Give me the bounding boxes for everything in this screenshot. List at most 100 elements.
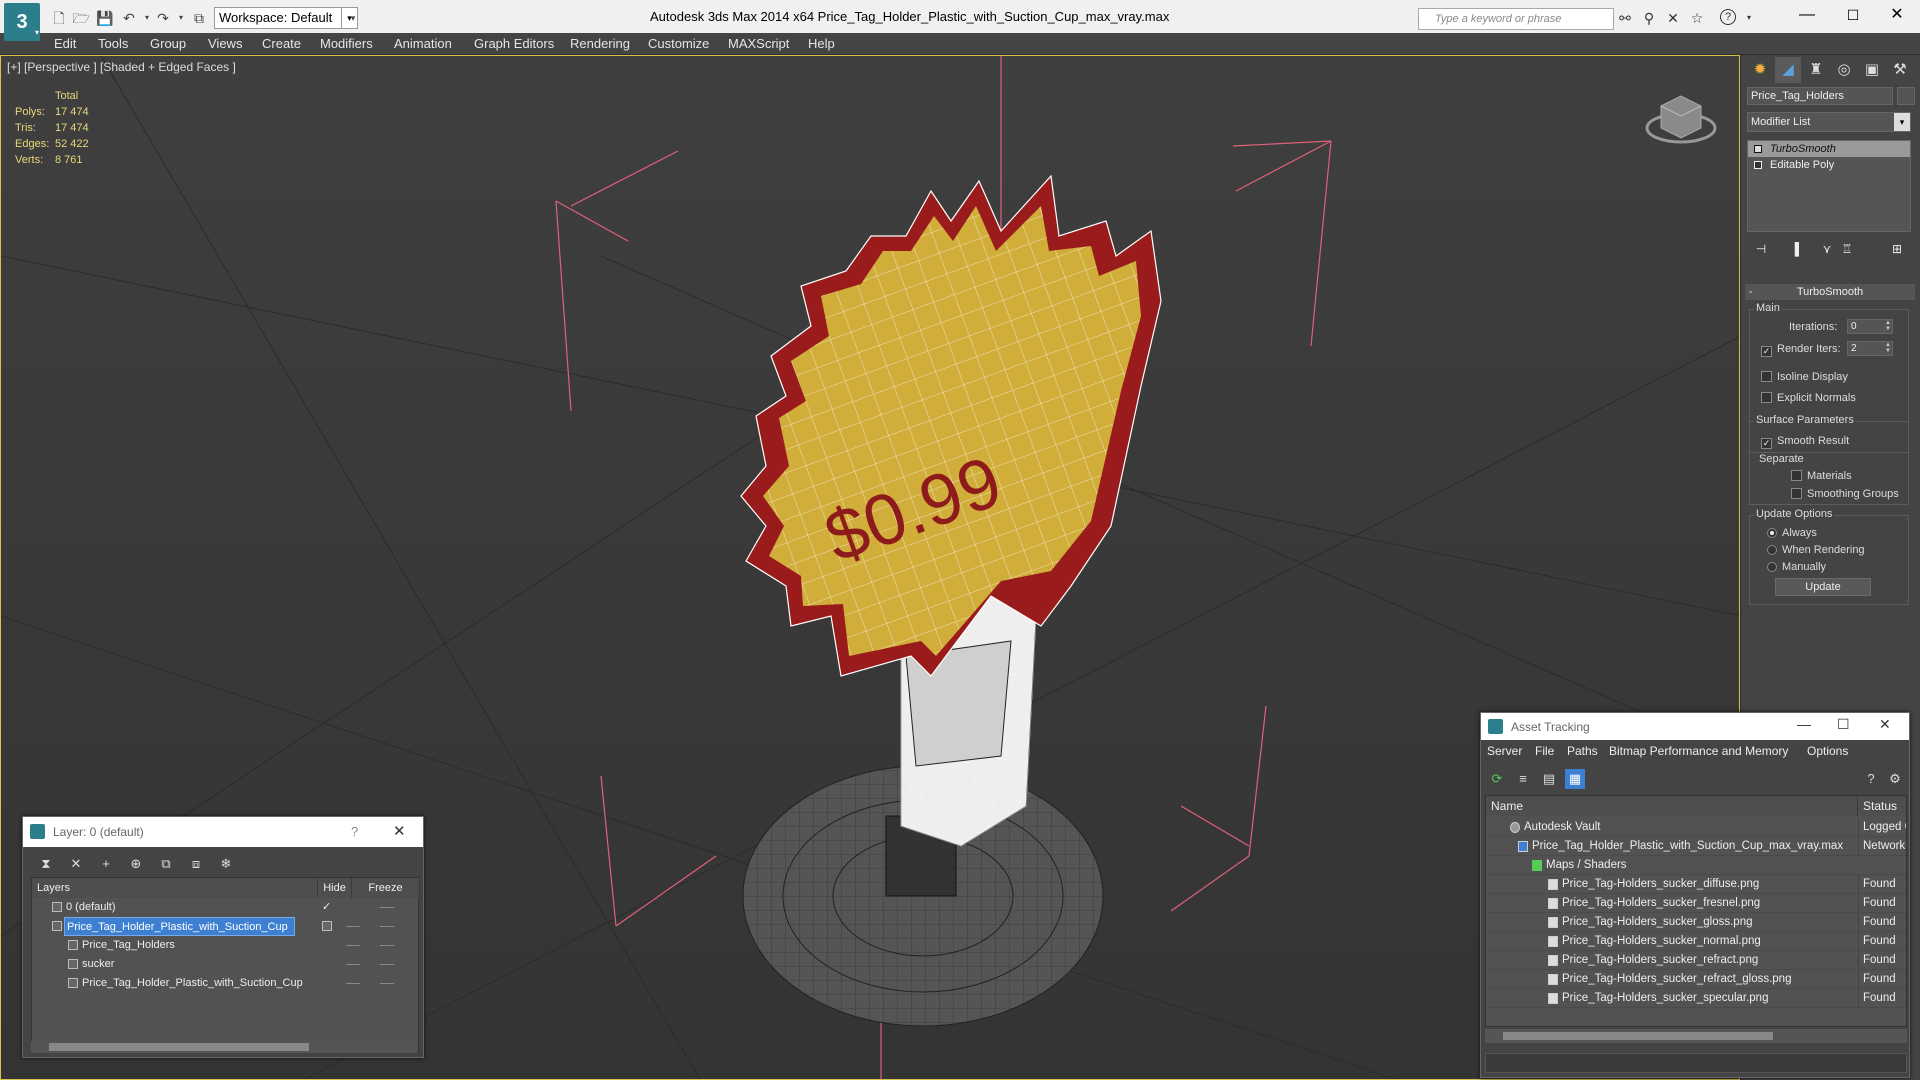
- menu-animation[interactable]: Animation: [394, 36, 452, 51]
- menu-group[interactable]: Group: [150, 36, 186, 51]
- list-view-icon[interactable]: ≡: [1513, 769, 1533, 789]
- freeze-toggle[interactable]: [380, 907, 394, 908]
- object-color-swatch[interactable]: [1897, 87, 1915, 105]
- redo-icon[interactable]: ↷: [154, 9, 172, 27]
- asset-row-maps[interactable]: Maps / Shaders: [1486, 856, 1906, 875]
- asset-row-bitmap[interactable]: Price_Tag-Holders_sucker_normal.png Found: [1486, 932, 1906, 951]
- object-name-field[interactable]: Price_Tag_Holders: [1747, 87, 1893, 105]
- asset-row-bitmap[interactable]: Price_Tag-Holders_sucker_diffuse.png Foun…: [1486, 875, 1906, 894]
- menu-views[interactable]: Views: [208, 36, 242, 51]
- create-tab-icon[interactable]: ✹: [1747, 57, 1773, 83]
- favorites-star-icon[interactable]: ☆: [1688, 9, 1706, 27]
- configure-sets-icon[interactable]: ⊞: [1887, 239, 1907, 259]
- hide-toggle[interactable]: [346, 964, 360, 965]
- iterations-spinner[interactable]: 0 ▲ ▼: [1847, 319, 1893, 334]
- bulb-icon[interactable]: [1754, 145, 1762, 153]
- make-unique-icon[interactable]: ⋎: [1817, 239, 1837, 259]
- column-header-status[interactable]: Status: [1858, 796, 1906, 816]
- binoculars-icon[interactable]: ⚯: [1616, 9, 1634, 27]
- column-header-hide[interactable]: Hide: [318, 878, 352, 898]
- scrollbar-thumb[interactable]: [1503, 1032, 1773, 1040]
- horizontal-scrollbar[interactable]: [1485, 1029, 1907, 1043]
- menu-modifiers[interactable]: Modifiers: [320, 36, 373, 51]
- stack-item-editable-poly[interactable]: Editable Poly: [1748, 157, 1910, 173]
- workspace-options-icon[interactable]: ▾: [344, 9, 362, 27]
- spinner-arrows-icon[interactable]: ▲ ▼: [1884, 342, 1892, 355]
- menu-edit[interactable]: Edit: [54, 36, 76, 51]
- render-iters-spinner[interactable]: 2 ▲ ▼: [1847, 341, 1893, 356]
- close-icon[interactable]: ✕: [1879, 716, 1891, 733]
- hide-all-icon[interactable]: ⧈: [185, 854, 207, 874]
- menu-customize[interactable]: Customize: [648, 36, 709, 51]
- settings-icon[interactable]: ⚙: [1885, 769, 1905, 789]
- open-file-icon[interactable]: 🗁: [72, 9, 90, 27]
- asset-row-bitmap[interactable]: Price_Tag-Holders_sucker_specular.png Fou…: [1486, 989, 1906, 1008]
- layer-row[interactable]: Price_Tag_Holder_Plastic_with_Suction_Cu…: [32, 974, 418, 993]
- layer-dialog-titlebar[interactable]: Layer: 0 (default) ? ✕: [23, 817, 423, 847]
- smooth-result-checkbox[interactable]: ✓ Smooth Result: [1761, 435, 1849, 449]
- freeze-toggle[interactable]: [380, 983, 394, 984]
- layer-row-selected[interactable]: Price_Tag_Holder_Plastic_with_Suction_Cu…: [32, 917, 418, 936]
- column-header-name[interactable]: Name: [1486, 796, 1858, 816]
- view-cube[interactable]: [1645, 95, 1717, 144]
- show-end-result-icon[interactable]: ▌: [1789, 239, 1809, 259]
- close-icon[interactable]: ✕: [393, 822, 406, 840]
- app-menu-button[interactable]: 3 ▾: [4, 3, 40, 41]
- radio-always[interactable]: Always: [1767, 527, 1817, 539]
- minimize-button[interactable]: —: [1784, 0, 1830, 30]
- modifier-list-dropdown[interactable]: Modifier List ▾: [1747, 112, 1911, 132]
- grid-view-icon[interactable]: ▦: [1565, 769, 1585, 789]
- freeze-toggle[interactable]: [380, 964, 394, 965]
- communication-icon[interactable]: ✕: [1664, 9, 1682, 27]
- layer-row[interactable]: 0 (default) ✓: [32, 898, 418, 917]
- redo-dropdown-icon[interactable]: ▾: [172, 9, 190, 27]
- radio-when-rendering[interactable]: When Rendering: [1767, 544, 1865, 556]
- menu-help[interactable]: Help: [808, 36, 835, 51]
- smoothing-groups-checkbox[interactable]: Smoothing Groups: [1791, 488, 1899, 500]
- hide-toggle[interactable]: [346, 926, 360, 927]
- menu-graph-editors[interactable]: Graph Editors: [474, 36, 554, 51]
- new-file-icon[interactable]: 🗋: [50, 9, 68, 27]
- delete-layer-icon[interactable]: ✕: [65, 854, 87, 874]
- expand-icon[interactable]: [1754, 161, 1762, 169]
- layer-row[interactable]: Price_Tag_Holders: [32, 936, 418, 955]
- freeze-all-icon[interactable]: ❄: [215, 854, 237, 874]
- freeze-toggle[interactable]: [380, 926, 394, 927]
- project-folder-icon[interactable]: ⧉: [190, 9, 208, 27]
- set-current-icon[interactable]: [322, 921, 332, 931]
- select-objects-icon[interactable]: ⊕: [125, 854, 147, 874]
- help-dropdown-icon[interactable]: ▾: [1740, 9, 1758, 27]
- add-to-layer-icon[interactable]: +: [95, 854, 117, 874]
- maximize-icon[interactable]: ☐: [1837, 716, 1850, 733]
- utilities-tab-icon[interactable]: ⚒: [1887, 57, 1913, 83]
- menu-create[interactable]: Create: [262, 36, 301, 51]
- menu-rendering[interactable]: Rendering: [570, 36, 630, 51]
- workspace-dropdown[interactable]: Workspace: Default ▾: [214, 7, 358, 29]
- scrollbar-thumb[interactable]: [49, 1043, 309, 1051]
- asset-row-vault[interactable]: Autodesk Vault Logged O: [1486, 818, 1906, 837]
- layer-row[interactable]: sucker: [32, 955, 418, 974]
- display-tab-icon[interactable]: ▣: [1859, 57, 1885, 83]
- horizontal-scrollbar[interactable]: [31, 1041, 417, 1053]
- asset-row-bitmap[interactable]: Price_Tag-Holders_sucker_refract_gloss.p…: [1486, 970, 1906, 989]
- viewport-label[interactable]: [+] [Perspective ] [Shaded + Edged Faces…: [7, 60, 236, 74]
- undo-icon[interactable]: ↶: [120, 9, 138, 27]
- freeze-toggle[interactable]: [380, 945, 394, 946]
- help-icon[interactable]: ?: [1720, 9, 1736, 25]
- search-input[interactable]: Type a keyword or phrase: [1418, 8, 1614, 30]
- pin-stack-icon[interactable]: ⊣: [1751, 239, 1771, 259]
- column-header-layers[interactable]: Layers: [32, 878, 318, 898]
- menu-file[interactable]: File: [1535, 744, 1554, 758]
- highlight-layer-icon[interactable]: ⧉: [155, 854, 177, 874]
- stack-item-turbosmooth[interactable]: TurboSmooth: [1748, 141, 1910, 157]
- refresh-icon[interactable]: ⟳: [1487, 769, 1507, 789]
- turbosmooth-rollout-header[interactable]: - TurboSmooth: [1745, 284, 1915, 300]
- explicit-normals-checkbox[interactable]: Explicit Normals: [1761, 392, 1856, 404]
- help-icon[interactable]: ?: [1861, 769, 1881, 789]
- isoline-display-checkbox[interactable]: Isoline Display: [1761, 371, 1848, 383]
- spinner-arrows-icon[interactable]: ▲ ▼: [1884, 320, 1892, 333]
- remove-modifier-icon[interactable]: ♖: [1837, 239, 1857, 259]
- minimize-icon[interactable]: —: [1797, 716, 1811, 732]
- maximize-button[interactable]: ☐: [1830, 0, 1876, 30]
- close-button[interactable]: ✕: [1874, 0, 1920, 30]
